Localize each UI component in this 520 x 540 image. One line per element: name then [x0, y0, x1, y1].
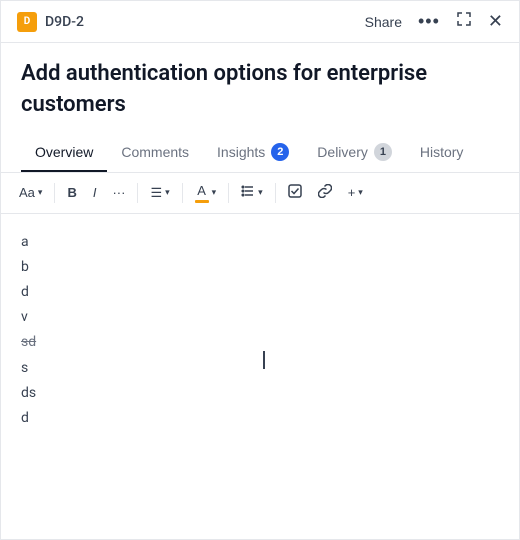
plus-button[interactable]: + ▾ [342, 181, 369, 204]
delivery-badge: 1 [374, 143, 392, 161]
tab-insights[interactable]: Insights 2 [203, 133, 303, 173]
tabs-bar: Overview Comments Insights 2 Delivery 1 … [1, 133, 519, 173]
chevron-down-icon: ▾ [212, 187, 217, 198]
link-button[interactable] [312, 180, 338, 205]
tab-history[interactable]: History [406, 134, 478, 172]
editor-toolbar: Aa ▾ B I ··· ☰ ▾ A ▾ [1, 173, 519, 214]
bold-button[interactable]: B [61, 181, 82, 204]
page-title: Add authentication options for enterpris… [21, 59, 499, 121]
more-format-button[interactable]: ··· [106, 181, 131, 204]
header-bar: D D9D-2 Share ••• ✕ [1, 1, 519, 43]
list-icon [241, 184, 255, 201]
toolbar-divider-4 [228, 183, 229, 203]
more-options-button[interactable]: ••• [418, 11, 440, 32]
font-size-button[interactable]: Aa ▾ [13, 181, 48, 204]
chevron-down-icon: ▾ [258, 187, 263, 198]
list-button[interactable]: ▾ [235, 180, 269, 205]
color-text-label: A [197, 183, 206, 198]
header-right: Share ••• ✕ [365, 11, 503, 32]
close-button[interactable]: ✕ [488, 11, 503, 32]
align-icon: ☰ [150, 185, 162, 201]
font-size-label: Aa [19, 185, 35, 200]
color-indicator [195, 200, 209, 203]
editor-line: d [21, 280, 499, 305]
tab-overview[interactable]: Overview [21, 134, 107, 172]
editor-line: b [21, 255, 499, 280]
editor-line: ds [21, 381, 499, 406]
editor-line: s [21, 356, 499, 381]
title-area: Add authentication options for enterpris… [1, 43, 519, 133]
ticket-icon: D [17, 12, 37, 32]
chevron-down-icon: ▾ [358, 187, 363, 198]
italic-button[interactable]: I [87, 181, 103, 204]
link-icon [318, 184, 332, 201]
toolbar-divider-1 [54, 183, 55, 203]
editor-content[interactable]: abdvsdsdsd [1, 214, 519, 539]
ticket-id: D9D-2 [45, 14, 84, 30]
app-container: D D9D-2 Share ••• ✕ Add authentication o… [0, 0, 520, 540]
editor-line: a [21, 230, 499, 255]
toolbar-divider-3 [182, 183, 183, 203]
toolbar-divider-5 [275, 183, 276, 203]
toolbar-divider-2 [137, 183, 138, 203]
tab-comments[interactable]: Comments [107, 134, 203, 172]
editor-line: d [21, 406, 499, 431]
expand-button[interactable] [456, 11, 472, 32]
color-button[interactable]: A ▾ [189, 179, 223, 207]
ticket-icon-label: D [24, 16, 31, 27]
editor-line: v [21, 305, 499, 330]
plus-icon: + [348, 185, 356, 200]
share-button[interactable]: Share [365, 14, 402, 30]
align-button[interactable]: ☰ ▾ [144, 181, 175, 205]
tab-delivery[interactable]: Delivery 1 [303, 133, 406, 173]
checkbox-button[interactable] [282, 180, 308, 205]
editor-lines-container: abdvsdsdsd [21, 230, 499, 432]
editor-line: sd [21, 330, 499, 355]
chevron-down-icon: ▾ [165, 187, 170, 198]
insights-badge: 2 [271, 143, 289, 161]
header-left: D D9D-2 [17, 12, 84, 32]
chevron-down-icon: ▾ [38, 187, 43, 198]
checkbox-icon [288, 184, 302, 201]
